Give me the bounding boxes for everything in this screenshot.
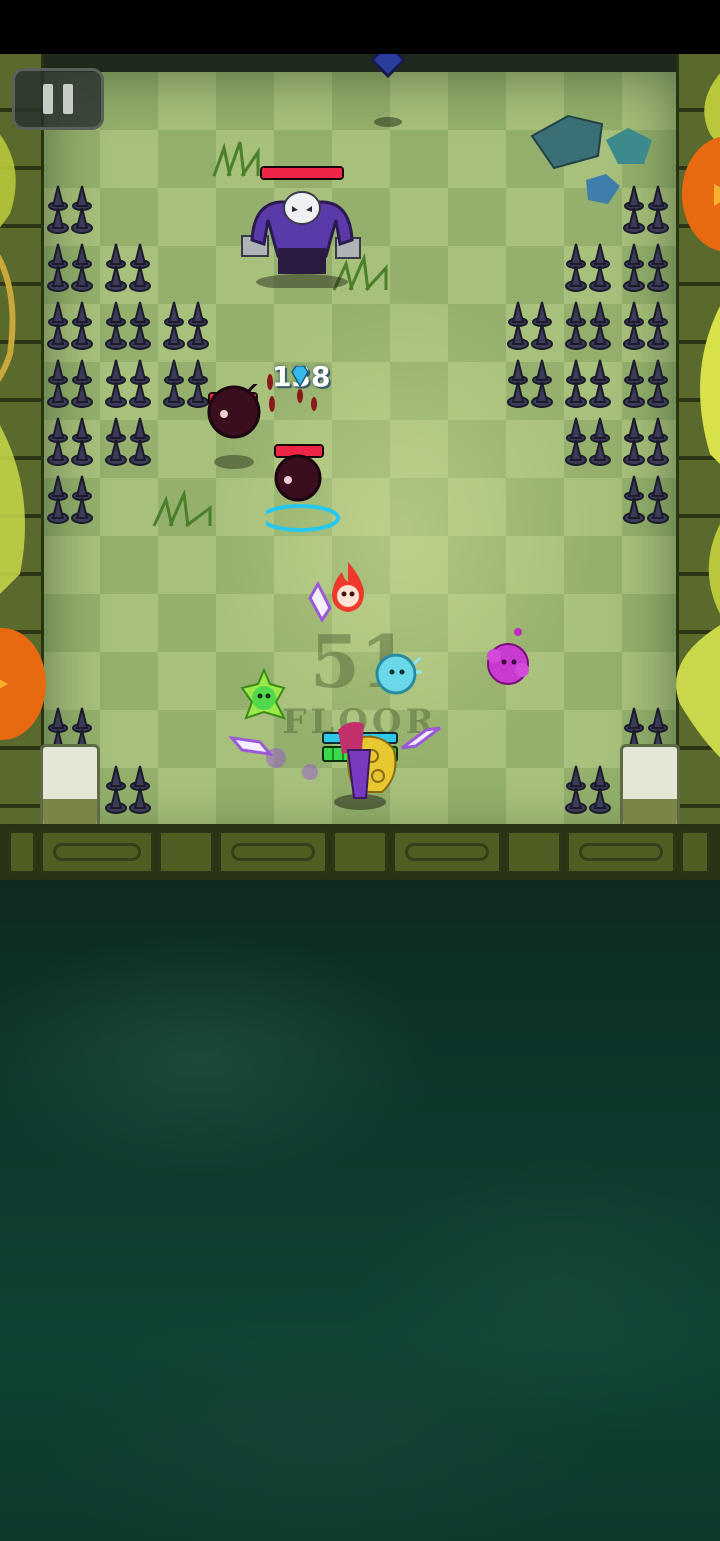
spike-trap	[44, 356, 96, 410]
spike-trap	[102, 240, 154, 294]
skull-brute-boss[interactable]	[240, 186, 364, 290]
vine-plant-left	[0, 134, 46, 740]
spike-trap	[44, 182, 96, 236]
bottom-wall	[0, 824, 720, 880]
game-board[interactable]: 138 51 FLOOR	[0, 54, 720, 880]
spike-trap	[562, 414, 614, 468]
boss-health-bar	[260, 166, 344, 180]
spike-trap	[160, 298, 212, 352]
pause-icon	[63, 84, 73, 114]
skull-brute-icon	[241, 191, 361, 290]
spike-trap	[44, 472, 96, 526]
bomb-enemy-center[interactable]	[260, 442, 340, 532]
player-hero[interactable]	[320, 710, 410, 810]
spike-trap	[562, 240, 614, 294]
spike-trap	[102, 414, 154, 468]
spike-trap	[44, 298, 96, 352]
spike-trap	[562, 298, 614, 352]
blood-splatter	[267, 374, 317, 412]
pause-button[interactable]	[12, 68, 104, 130]
fog-of-war	[0, 880, 720, 1541]
pause-icon	[43, 84, 53, 114]
grass-tuft	[152, 490, 212, 528]
spike-trap	[504, 356, 556, 410]
exit-marker-icon	[369, 54, 407, 127]
spike-trap	[102, 762, 154, 816]
status-bar	[0, 0, 720, 54]
spike-trap	[44, 414, 96, 468]
spike-trap	[562, 356, 614, 410]
vine-plant-right	[676, 73, 720, 758]
spike-trap	[504, 298, 556, 352]
spike-trap	[102, 298, 154, 352]
bomb-icon	[207, 376, 265, 469]
bomb-icon	[260, 454, 340, 532]
bomb-enemy-left[interactable]	[204, 376, 265, 469]
spike-trap	[44, 240, 96, 294]
purple-slime-icon	[487, 628, 529, 685]
spike-trap	[102, 356, 154, 410]
spike-trap	[562, 762, 614, 816]
